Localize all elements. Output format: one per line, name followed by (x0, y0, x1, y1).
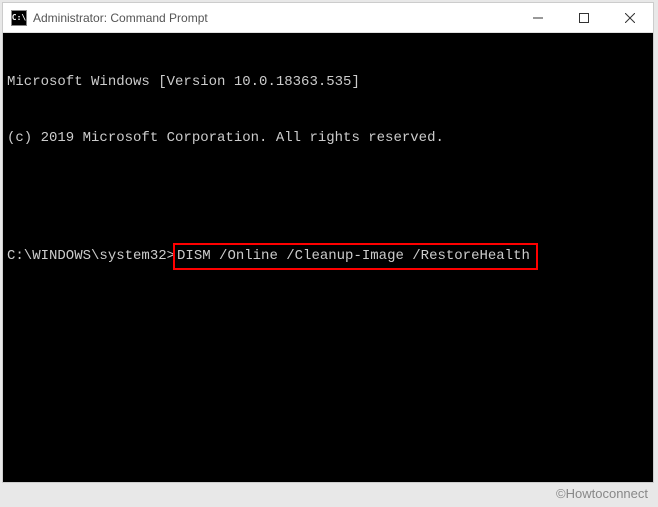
minimize-button[interactable] (515, 3, 561, 32)
terminal-area[interactable]: Microsoft Windows [Version 10.0.18363.53… (3, 33, 653, 482)
cmd-icon: C:\ (11, 10, 27, 26)
terminal-prompt: C:\WINDOWS\system32> (7, 247, 175, 266)
terminal-output-line: (c) 2019 Microsoft Corporation. All righ… (7, 129, 649, 148)
window-title: Administrator: Command Prompt (33, 11, 515, 25)
watermark-text: ©Howtoconnect (556, 486, 648, 501)
command-highlight-box: DISM /Online /Cleanup-Image /RestoreHeal… (173, 243, 538, 270)
terminal-blank-line (7, 186, 649, 205)
cmd-icon-label: C:\ (12, 13, 26, 22)
terminal-prompt-line: C:\WINDOWS\system32>DISM /Online /Cleanu… (7, 243, 649, 270)
minimize-icon (533, 13, 543, 23)
close-button[interactable] (607, 3, 653, 32)
maximize-button[interactable] (561, 3, 607, 32)
maximize-icon (579, 13, 589, 23)
terminal-command: DISM /Online /Cleanup-Image /RestoreHeal… (177, 248, 530, 264)
window-controls (515, 3, 653, 32)
close-icon (625, 13, 635, 23)
titlebar[interactable]: C:\ Administrator: Command Prompt (3, 3, 653, 33)
terminal-output-line: Microsoft Windows [Version 10.0.18363.53… (7, 73, 649, 92)
command-prompt-window: C:\ Administrator: Command Prompt (2, 2, 654, 483)
